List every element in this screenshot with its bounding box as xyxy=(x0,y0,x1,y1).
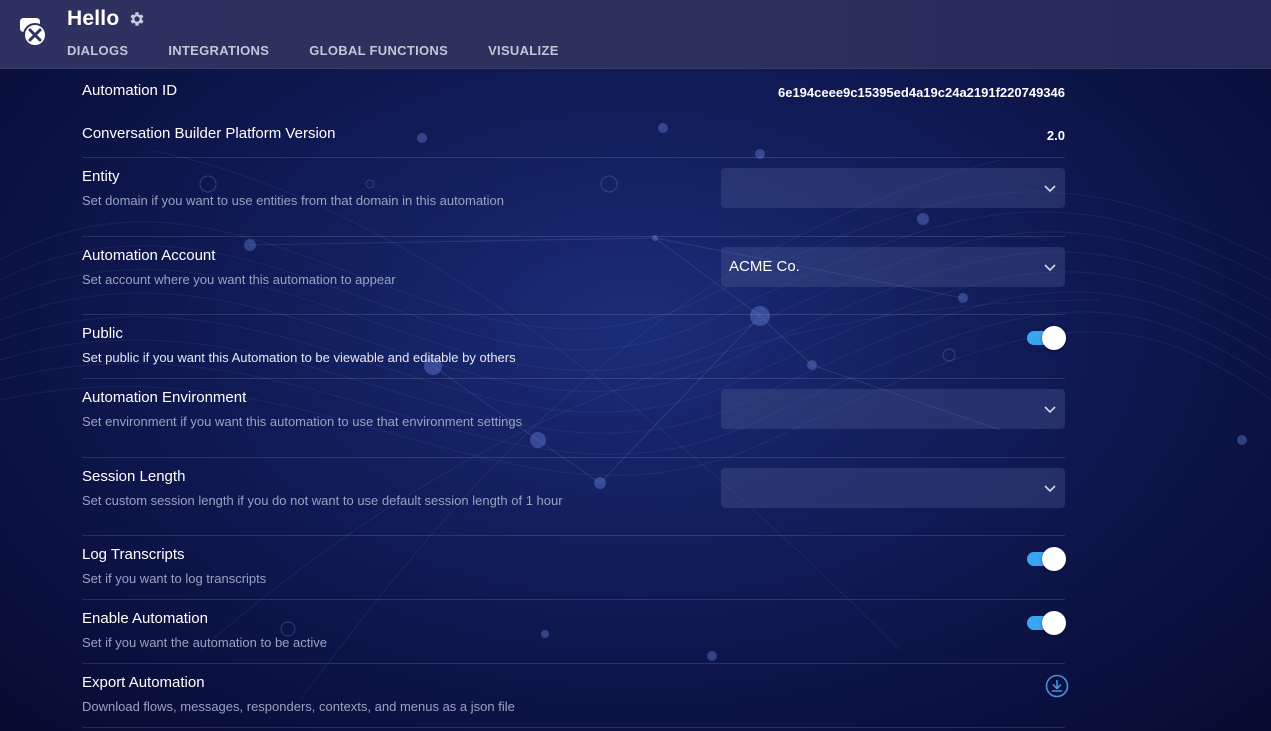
automation-id-value: 6e194ceee9c15395ed4a19c24a2191f220749346 xyxy=(777,85,1065,100)
tab-dialogs[interactable]: DIALOGS xyxy=(67,44,128,58)
log-transcripts-label: Log Transcripts xyxy=(82,546,185,563)
automation-title: Hello xyxy=(67,7,120,30)
public-description: Set public if you want this Automation t… xyxy=(82,350,516,365)
session-length-description: Set custom session length if you do not … xyxy=(82,493,563,508)
export-automation-description: Download flows, messages, responders, co… xyxy=(82,699,515,714)
gear-icon[interactable] xyxy=(128,10,146,28)
entity-row: Entity Set domain if you want to use ent… xyxy=(82,158,1065,237)
title-row: Hello xyxy=(67,7,146,31)
enable-automation-row: Enable Automation Set if you want the au… xyxy=(82,600,1066,664)
entity-label: Entity xyxy=(82,168,120,185)
export-automation-label: Export Automation xyxy=(82,674,205,691)
chevron-down-icon xyxy=(1044,264,1056,272)
chat-bubbles-logo-icon[interactable] xyxy=(16,16,48,48)
automation-account-row: Automation Account Set account where you… xyxy=(82,237,1065,315)
platform-version-value: 2.0 xyxy=(1046,128,1065,143)
tab-integrations[interactable]: INTEGRATIONS xyxy=(168,44,269,58)
settings-list: Automation ID 6e194ceee9c15395ed4a19c24a… xyxy=(82,69,1069,728)
app-header: Hello DIALOGS INTEGRATIONS GLOBAL FUNCTI… xyxy=(0,0,1271,69)
automation-id-label: Automation ID xyxy=(82,82,178,99)
platform-version-label: Conversation Builder Platform Version xyxy=(82,125,336,142)
enable-automation-toggle[interactable] xyxy=(1027,611,1066,635)
public-toggle[interactable] xyxy=(1027,326,1066,350)
chevron-down-icon xyxy=(1044,185,1056,193)
main-nav: DIALOGS INTEGRATIONS GLOBAL FUNCTIONS VI… xyxy=(67,44,599,58)
log-transcripts-description: Set if you want to log transcripts xyxy=(82,571,267,586)
download-icon[interactable] xyxy=(1045,674,1069,698)
export-automation-row: Export Automation Download flows, messag… xyxy=(82,664,1069,728)
automation-account-label: Automation Account xyxy=(82,247,216,264)
log-transcripts-row: Log Transcripts Set if you want to log t… xyxy=(82,536,1066,600)
automation-environment-row: Automation Environment Set environment i… xyxy=(82,379,1065,458)
automation-account-description: Set account where you want this automati… xyxy=(82,272,396,287)
public-label: Public xyxy=(82,325,123,342)
automation-environment-select[interactable] xyxy=(721,389,1065,429)
log-transcripts-toggle[interactable] xyxy=(1027,547,1066,571)
platform-version-row: Conversation Builder Platform Version 2.… xyxy=(82,113,1065,158)
enable-automation-description: Set if you want the automation to be act… xyxy=(82,635,327,650)
enable-automation-label: Enable Automation xyxy=(82,610,208,627)
automation-id-row: Automation ID 6e194ceee9c15395ed4a19c24a… xyxy=(82,69,1065,113)
chevron-down-icon xyxy=(1044,485,1056,493)
entity-description: Set domain if you want to use entities f… xyxy=(82,193,505,208)
chevron-down-icon xyxy=(1044,406,1056,414)
tab-visualize[interactable]: VISUALIZE xyxy=(488,44,559,58)
session-length-row: Session Length Set custom session length… xyxy=(82,458,1065,536)
automation-account-selected-value: ACME Co. xyxy=(729,258,800,275)
automation-account-select[interactable]: ACME Co. xyxy=(721,247,1065,287)
public-row: Public Set public if you want this Autom… xyxy=(82,315,1066,379)
session-length-label: Session Length xyxy=(82,468,186,485)
tab-global-functions[interactable]: GLOBAL FUNCTIONS xyxy=(309,44,448,58)
session-length-select[interactable] xyxy=(721,468,1065,508)
automation-environment-description: Set environment if you want this automat… xyxy=(82,414,523,429)
entity-select[interactable] xyxy=(721,168,1065,208)
automation-environment-label: Automation Environment xyxy=(82,389,247,406)
